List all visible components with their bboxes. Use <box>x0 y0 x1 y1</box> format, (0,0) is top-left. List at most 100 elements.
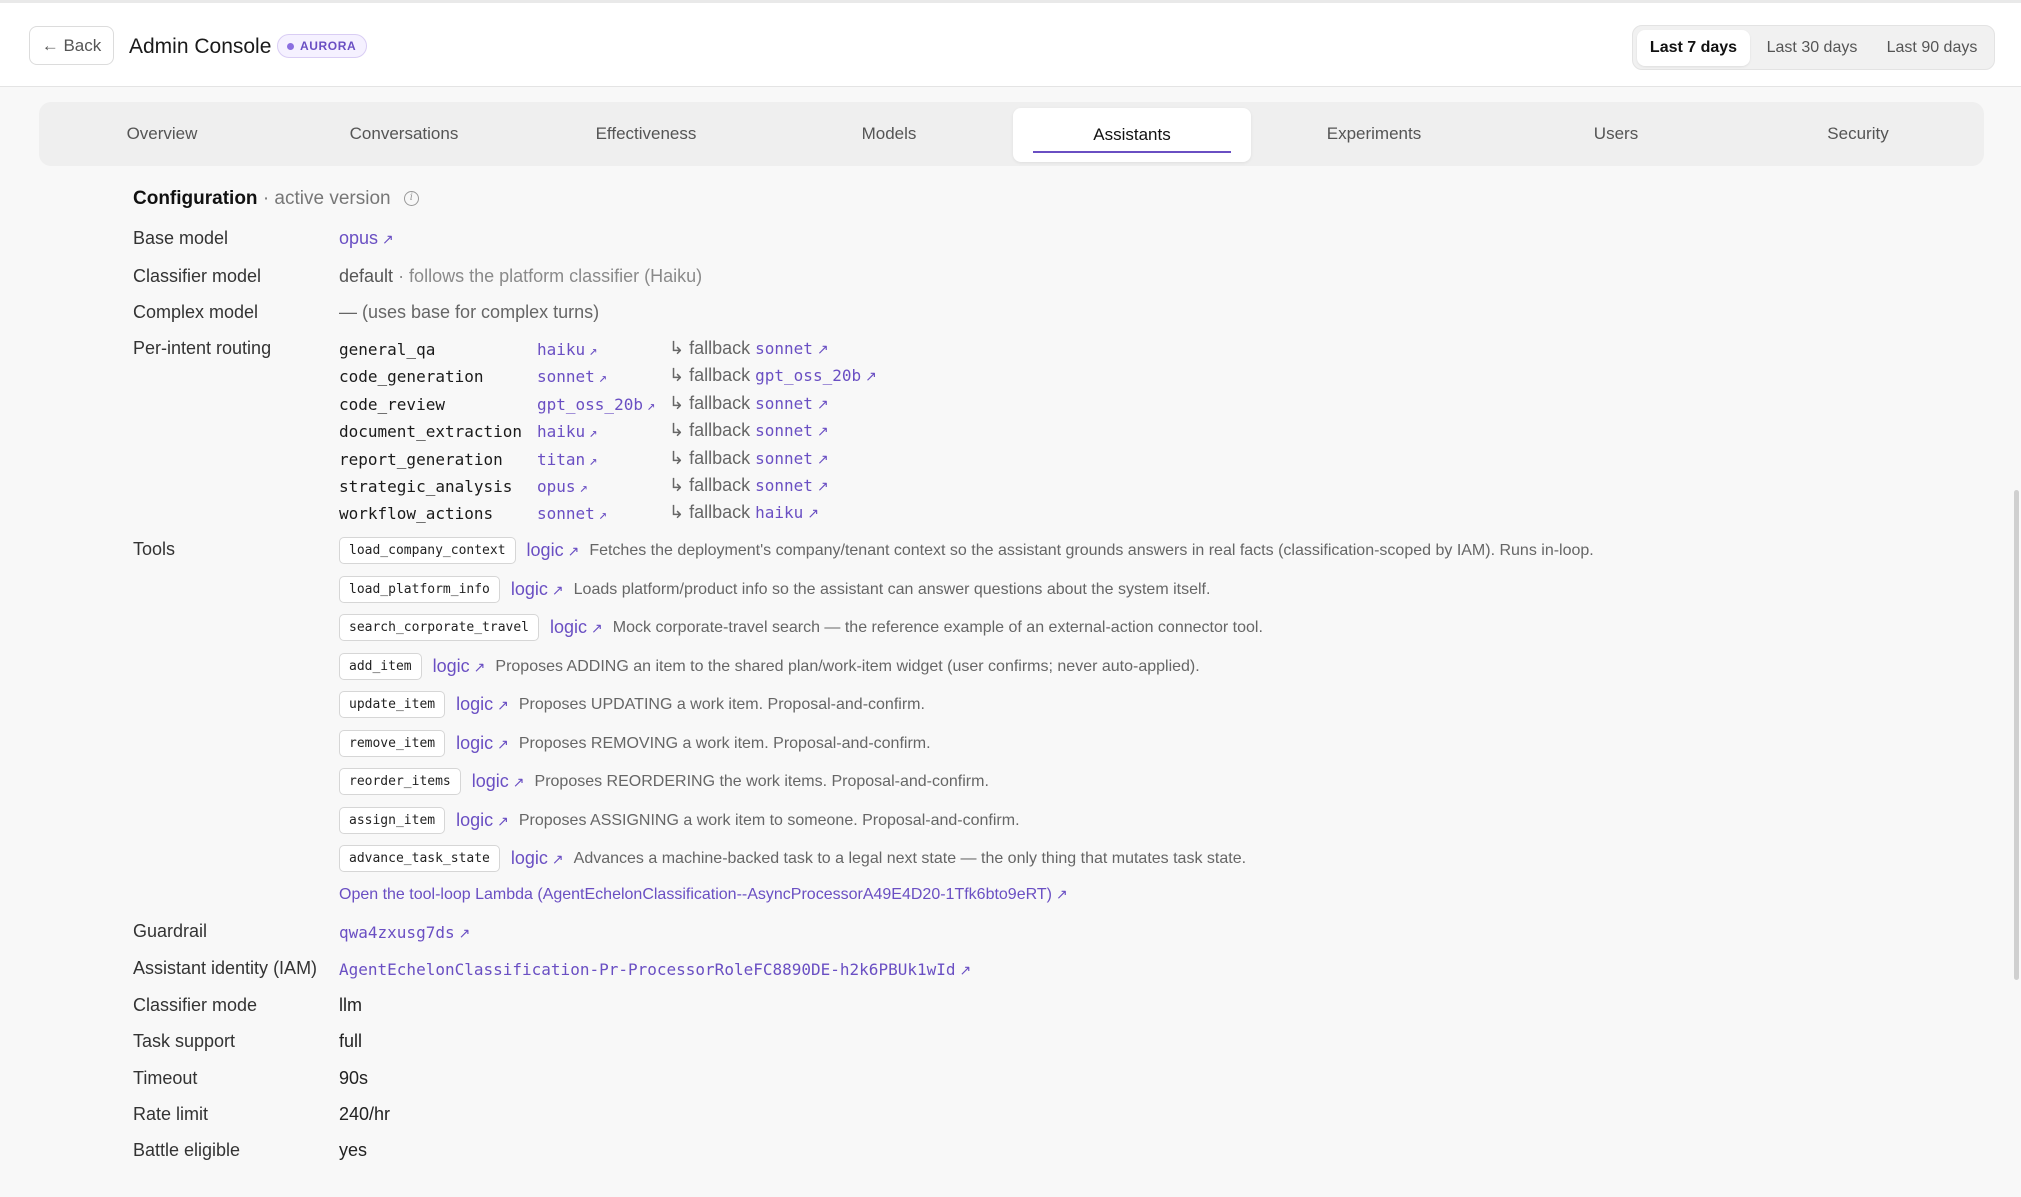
external-link-icon: ↗ <box>497 813 509 829</box>
classifier-mode-value: llm <box>339 995 362 1015</box>
complex-model-value: — (uses base for complex turns) <box>339 302 600 322</box>
tab-overview[interactable]: Overview <box>42 102 282 166</box>
env-badge-label: AURORA <box>300 39 357 53</box>
guardrail-label: Guardrail <box>133 921 208 941</box>
tab-models[interactable]: Models <box>769 102 1009 166</box>
tool-description: Proposes REMOVING a work item. Proposal-… <box>518 734 931 752</box>
range-90-days[interactable]: Last 90 days <box>1874 30 1990 66</box>
tool-description: Mock corporate-travel search — the refer… <box>612 618 1263 636</box>
tool-row: add_item logic ↗ Proposes ADDING an item to… <box>339 653 1200 680</box>
tab-users[interactable]: Users <box>1496 102 1736 166</box>
tool-logic-link[interactable]: logic ↗ <box>511 848 564 869</box>
routing-fallback[interactable]: ↳ fallback sonnet ↗ <box>669 393 829 414</box>
tool-row: remove_item logic ↗ Proposes REMOVING a wor… <box>339 730 931 757</box>
tool-name-chip: advance_task_state <box>339 845 500 872</box>
routing-fallback[interactable]: ↳ fallback sonnet ↗ <box>669 448 829 469</box>
battle-eligible-value: yes <box>339 1140 368 1160</box>
tool-row: advance_task_state logic ↗ Advances a machi… <box>339 845 1246 872</box>
base-model-link[interactable]: opus ↗ <box>339 228 394 249</box>
config-heading: Configuration · active version i <box>133 188 419 210</box>
routing-model-link[interactable]: haiku ↗ <box>537 340 598 359</box>
external-link-icon: ↗ <box>816 341 829 357</box>
tool-name-chip: add_item <box>339 653 422 680</box>
external-link-icon: ↗ <box>959 962 972 978</box>
top-header: ← Back Admin Console AURORA Last 7 days … <box>0 0 2021 87</box>
external-link-icon: ↗ <box>816 478 829 494</box>
routing-fallback[interactable]: ↳ fallback haiku ↗ <box>669 502 819 523</box>
external-link-icon: ↗ <box>579 480 588 496</box>
scrollbar-thumb[interactable] <box>2014 490 2019 980</box>
base-model-label: Base model <box>133 228 229 248</box>
env-badge: AURORA <box>277 34 368 58</box>
routing-model-link[interactable]: sonnet ↗ <box>537 367 607 386</box>
iam-label: Assistant identity (IAM) <box>133 958 318 978</box>
tool-logic-link[interactable]: logic ↗ <box>550 617 603 638</box>
routing-fallback[interactable]: ↳ fallback sonnet ↗ <box>669 338 829 359</box>
info-icon[interactable]: i <box>403 191 419 207</box>
section-tabs: Overview Conversations Effectiveness Mod… <box>39 102 1984 166</box>
tool-description: Proposes REORDERING the work items. Prop… <box>534 772 989 790</box>
routing-model-link[interactable]: sonnet ↗ <box>537 504 607 523</box>
tool-name-chip: update_item <box>339 691 446 718</box>
tab-effectiveness[interactable]: Effectiveness <box>526 102 766 166</box>
tool-logic-link[interactable]: logic ↗ <box>527 540 580 561</box>
routing-intent: strategic_analysis <box>339 477 513 496</box>
tool-name-chip: remove_item <box>339 730 446 757</box>
tool-name-chip: load_company_context <box>339 537 516 564</box>
tab-conversations[interactable]: Conversations <box>284 102 524 166</box>
routing-intent: workflow_actions <box>339 504 494 523</box>
routing-intent: code_generation <box>339 367 484 386</box>
task-support-label: Task support <box>133 1031 236 1051</box>
tab-security[interactable]: Security <box>1738 102 1978 166</box>
routing-fallback[interactable]: ↳ fallback sonnet ↗ <box>669 420 829 441</box>
tool-row: load_company_context logic ↗ Fetches the de… <box>339 537 1594 564</box>
routing-fallback[interactable]: ↳ fallback sonnet ↗ <box>669 475 829 496</box>
routing-intent: code_review <box>339 395 445 414</box>
external-link-icon: ↗ <box>589 453 598 469</box>
assistant-config-panel: Configuration · active version i Base mo… <box>0 170 2021 1197</box>
range-7-days[interactable]: Last 7 days <box>1637 30 1750 66</box>
external-link-icon: ↗ <box>551 851 564 867</box>
tool-description: Proposes ASSIGNING a work item to someon… <box>518 811 1020 829</box>
back-button[interactable]: ← Back <box>29 26 114 65</box>
env-dot-icon <box>287 42 294 50</box>
tool-name-chip: load_platform_info <box>339 576 500 603</box>
tool-description: Fetches the deployment's company/tenant … <box>589 541 1594 559</box>
routing-model-link[interactable]: opus ↗ <box>537 477 588 496</box>
tool-logic-link[interactable]: logic ↗ <box>511 579 564 600</box>
external-link-icon: ↗ <box>816 451 829 467</box>
date-range-selector: Last 7 days Last 30 days Last 90 days <box>1632 25 1995 70</box>
tool-logic-link[interactable]: logic ↗ <box>433 656 486 677</box>
routing-model-link[interactable]: gpt_oss_20b ↗ <box>537 395 655 414</box>
tool-row: reorder_items logic ↗ Proposes REORDERING t… <box>339 768 989 795</box>
external-link-icon: ↗ <box>816 396 829 412</box>
tool-logic-link[interactable]: logic ↗ <box>456 694 509 715</box>
battle-eligible-label: Battle eligible <box>133 1140 241 1160</box>
routing-fallback[interactable]: ↳ fallback gpt_oss_20b ↗ <box>669 365 877 386</box>
tool-logic-link[interactable]: logic ↗ <box>472 771 525 792</box>
external-link-icon: ↗ <box>598 507 608 523</box>
guardrail-link[interactable]: qwa4zxusg7ds ↗ <box>339 922 470 943</box>
tool-logic-link[interactable]: logic ↗ <box>456 810 509 831</box>
complex-model-label: Complex model <box>133 302 259 322</box>
tool-loop-lambda-link[interactable]: Open the tool-loop Lambda (AgentEchelonC… <box>339 886 1068 904</box>
range-30-days[interactable]: Last 30 days <box>1754 30 1870 66</box>
external-link-icon: ↗ <box>473 659 486 675</box>
external-link-icon: ↗ <box>382 231 394 247</box>
rate-limit-value: 240/hr <box>339 1104 391 1124</box>
tool-row: update_item logic ↗ Proposes UPDATING a wor… <box>339 691 925 718</box>
routing-model-link[interactable]: haiku ↗ <box>537 422 598 441</box>
tab-assistants-label: Assistants <box>1093 125 1171 144</box>
task-support-value: full <box>339 1031 363 1051</box>
tab-experiments[interactable]: Experiments <box>1254 102 1494 166</box>
routing-model-link[interactable]: titan ↗ <box>537 450 598 469</box>
tool-logic-link[interactable]: logic ↗ <box>456 733 509 754</box>
tab-assistants[interactable]: Assistants <box>1013 108 1251 162</box>
tool-row: load_platform_info logic ↗ Loads platform/p… <box>339 576 1210 603</box>
tool-description: Proposes UPDATING a work item. Proposal-… <box>518 695 925 713</box>
iam-link[interactable]: AgentEchelonClassification-Pr-ProcessorR… <box>339 959 971 980</box>
external-link-icon: ↗ <box>512 774 525 790</box>
external-link-icon: ↗ <box>865 368 877 384</box>
timeout-value: 90s <box>339 1068 369 1088</box>
external-link-icon: ↗ <box>551 582 564 598</box>
